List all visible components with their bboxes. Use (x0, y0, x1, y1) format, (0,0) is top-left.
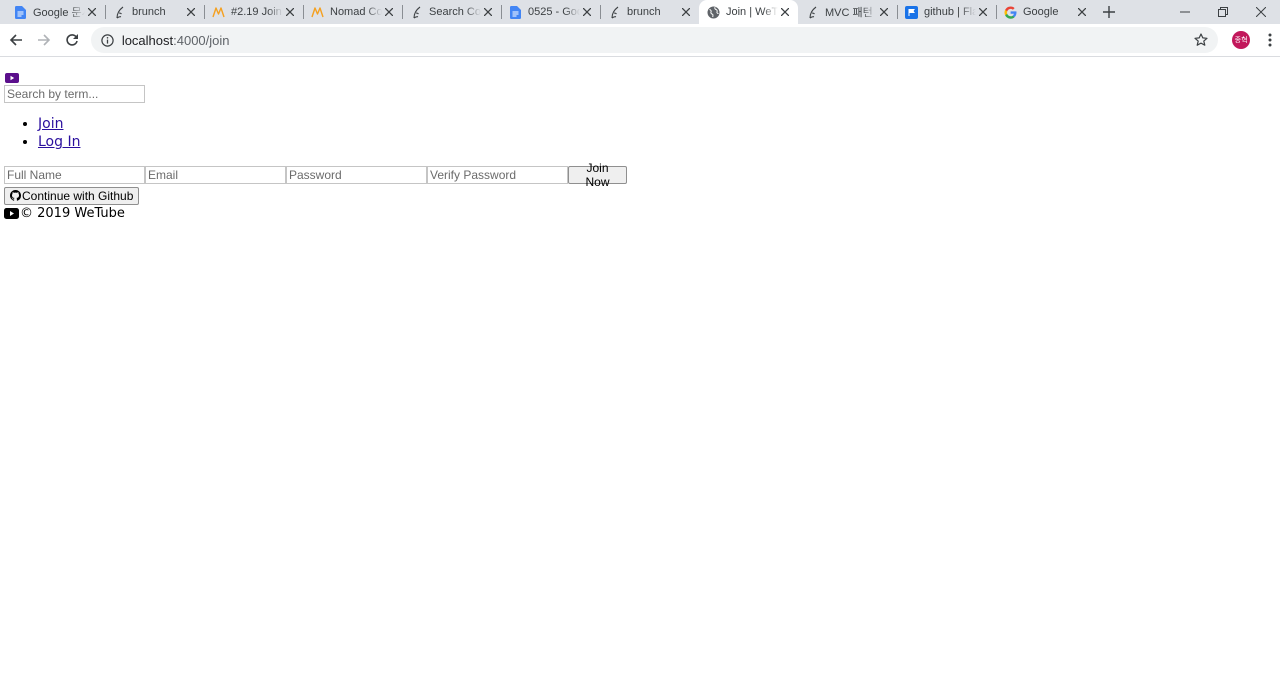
close-tab-icon[interactable] (679, 5, 693, 19)
close-tab-icon[interactable] (85, 5, 99, 19)
profile-avatar[interactable]: 종혁 (1232, 31, 1251, 49)
join-form: Join Now (4, 161, 627, 189)
close-tab-icon[interactable] (580, 5, 594, 19)
close-tab-icon[interactable] (1075, 5, 1089, 19)
google-docs-icon (509, 5, 522, 19)
close-window-icon[interactable] (1242, 0, 1280, 24)
tab-title: MVC 패턴 (825, 7, 873, 19)
tab-strip: Google 문서 brunch #2.19 Join Page Nomad Code… (0, 0, 1280, 24)
wetube-logo-link[interactable] (5, 68, 19, 83)
browser-tab[interactable]: 0525 - Google Docs (501, 0, 600, 24)
close-tab-icon[interactable] (283, 5, 297, 19)
google-icon (1004, 6, 1017, 19)
close-tab-icon[interactable] (481, 5, 495, 19)
browser-tab[interactable]: Nomad Coders (303, 0, 402, 24)
close-tab-icon[interactable] (877, 5, 891, 19)
browser-tab[interactable]: Join | WeTube (699, 0, 798, 24)
browser-tab[interactable]: MVC 패턴 (798, 0, 897, 24)
browser-tab[interactable]: Google 문서 (6, 0, 105, 24)
verify-password-field[interactable] (427, 166, 568, 184)
close-tab-icon[interactable] (382, 5, 396, 19)
nomad-icon (212, 6, 225, 19)
tab-title: brunch (627, 6, 661, 18)
nav-item-login: Log In (38, 133, 80, 151)
tab-title: Nomad Coders (330, 6, 382, 18)
tab-title: Google (1023, 6, 1059, 18)
kebab-menu-icon[interactable] (1260, 30, 1280, 50)
tab-title: 0525 - Google Docs (528, 6, 580, 18)
search-form (4, 83, 145, 103)
browser-tab[interactable]: brunch (105, 0, 204, 24)
brunch-icon (806, 6, 819, 19)
tab-title: Search Console (429, 6, 481, 18)
tab-title: Join | WeTube (726, 6, 778, 18)
window-controls (1166, 0, 1280, 24)
close-tab-icon[interactable] (778, 5, 792, 19)
browser-toolbar: localhost:4000/join 종혁 (0, 24, 1280, 57)
minimize-icon[interactable] (1166, 0, 1204, 24)
close-tab-icon[interactable] (184, 5, 198, 19)
browser-tab[interactable]: brunch (600, 0, 699, 24)
globe-icon (707, 6, 720, 19)
page-footer: © 2019 WeTube (4, 206, 125, 221)
google-docs-icon (14, 5, 27, 19)
page-content: Join Log In Join Now Continue with Githu… (0, 58, 1280, 684)
youtube-icon (4, 208, 19, 219)
tab-title: Google 문서 (33, 7, 85, 19)
browser-tab[interactable]: Google (996, 0, 1095, 24)
brunch-icon (113, 6, 126, 19)
github-icon (10, 190, 21, 201)
new-tab-button[interactable] (1095, 0, 1123, 24)
restore-icon[interactable] (1204, 0, 1242, 24)
login-link[interactable]: Log In (38, 134, 80, 150)
brunch-icon (608, 6, 621, 19)
tab-title: #2.19 Join Page (231, 6, 283, 18)
url-path: :4000/join (173, 32, 230, 48)
join-now-button[interactable]: Join Now (568, 161, 627, 189)
address-bar[interactable]: localhost:4000/join (90, 27, 1219, 53)
url-host: localhost (121, 32, 174, 48)
play-logo-icon (5, 73, 19, 83)
brunch-icon (410, 6, 423, 19)
social-login: Continue with Github (4, 186, 140, 205)
close-tab-icon[interactable] (976, 5, 990, 19)
github-button-label: Continue with Github (22, 188, 134, 203)
browser-tab[interactable]: github | Flag (897, 0, 996, 24)
back-arrow-icon[interactable] (3, 27, 29, 53)
forward-arrow-icon[interactable] (31, 27, 57, 53)
browser-tab[interactable]: Search Console (402, 0, 501, 24)
github-login-button[interactable]: Continue with Github (4, 186, 140, 205)
tab-title: github | Flag (924, 6, 976, 18)
reload-icon[interactable] (59, 27, 85, 53)
nav-item-join: Join (38, 115, 80, 133)
tab-title: brunch (132, 6, 166, 18)
tab-list: Google 문서 brunch #2.19 Join Page Nomad Code… (0, 0, 1095, 24)
email-field[interactable] (145, 166, 286, 184)
flag-icon (905, 5, 918, 19)
nomad-icon (311, 6, 324, 19)
full-name-field[interactable] (4, 166, 145, 184)
search-input[interactable] (4, 85, 145, 103)
nav-menu: Join Log In (0, 115, 80, 151)
site-info-icon[interactable] (101, 33, 114, 47)
footer-copyright: © 2019 WeTube (20, 206, 125, 221)
password-field[interactable] (286, 166, 427, 184)
browser-tab[interactable]: #2.19 Join Page (204, 0, 303, 24)
join-link[interactable]: Join (38, 116, 63, 132)
bookmark-star-icon[interactable] (1194, 33, 1208, 47)
